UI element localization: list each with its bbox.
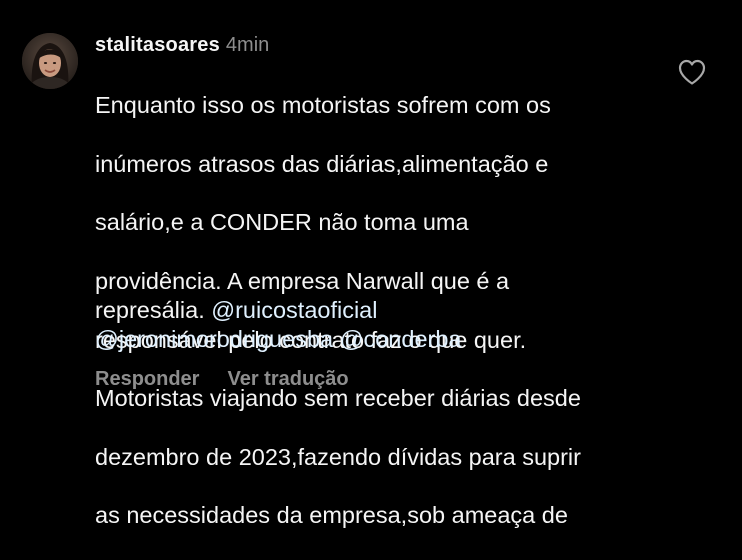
avatar[interactable] <box>22 33 78 89</box>
comment-line-prefix: represália. <box>95 297 212 323</box>
comment-actions: Responder Ver tradução <box>95 366 349 392</box>
translate-button[interactable]: Ver tradução <box>227 368 348 390</box>
mention-link[interactable]: @jeronimorodriguesba <box>95 326 333 352</box>
avatar-photo <box>22 33 78 89</box>
comment-line: providência. A empresa Narwall que é a <box>95 268 510 295</box>
comment-mentions-line: @jeronimorodriguesba @conderba <box>95 325 655 354</box>
comment-mentions: represália. @ruicostaoficial @jeronimoro… <box>95 296 655 355</box>
mention-link[interactable]: @conderba <box>340 326 462 352</box>
reply-button[interactable]: Responder <box>95 368 199 390</box>
comment: stalitasoares 4min Enquanto isso os motor… <box>0 0 742 528</box>
comment-line: Enquanto isso os motoristas sofrem com o… <box>95 92 551 119</box>
comment-header: stalitasoares 4min <box>95 32 269 58</box>
heart-outline-icon[interactable] <box>677 58 707 86</box>
timestamp: 4min <box>225 34 270 56</box>
comment-line: dezembro de 2023,fazendo dívidas para su… <box>95 443 581 470</box>
mention-link[interactable]: @ruicostaoficial <box>211 297 377 323</box>
comment-line: as necessidades da empresa,sob ameaça de <box>95 502 568 529</box>
username[interactable]: stalitasoares <box>95 34 220 56</box>
comment-line: salário,e a CONDER não toma uma <box>95 209 469 236</box>
comment-line: inúmeros atrasos das diárias,alimentação… <box>95 150 549 177</box>
comment-last-line: represália. @ruicostaoficial <box>95 296 655 325</box>
